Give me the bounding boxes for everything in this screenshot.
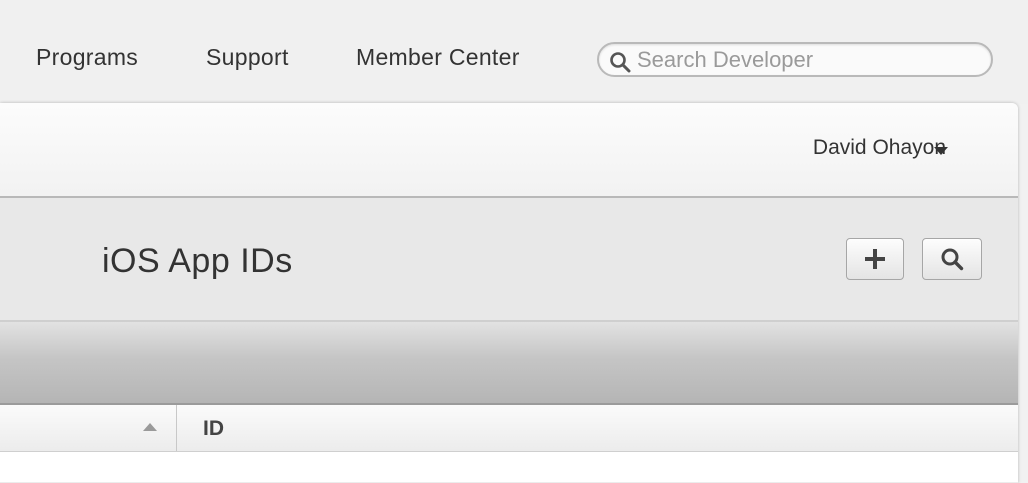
user-menu[interactable]: David Ohayon [813, 136, 946, 160]
search-icon [941, 248, 964, 271]
table-header: ID [0, 405, 1018, 452]
search-developer-field[interactable] [597, 42, 993, 77]
plus-icon [865, 249, 885, 269]
nav-link-support[interactable]: Support [206, 44, 289, 71]
add-app-id-button[interactable] [846, 238, 904, 280]
column-header-id[interactable]: ID [203, 417, 224, 441]
nav-link-programs[interactable]: Programs [36, 44, 138, 71]
caret-down-icon[interactable] [934, 147, 948, 155]
search-app-ids-button[interactable] [922, 238, 982, 280]
table-body [0, 452, 1018, 482]
toolbar-band [0, 322, 1018, 405]
nav-link-member-center[interactable]: Member Center [356, 44, 520, 71]
main-panel: David Ohayon iOS App IDs ID [0, 103, 1018, 483]
search-icon [610, 52, 631, 73]
column-header-sort[interactable] [0, 405, 177, 451]
top-navigation: Programs Support Member Center [0, 0, 1028, 104]
sort-ascending-icon [143, 423, 157, 431]
page-title: iOS App IDs [102, 242, 293, 280]
page-header: iOS App IDs [0, 198, 1018, 322]
user-bar: David Ohayon [0, 103, 1018, 198]
search-input[interactable] [637, 47, 977, 73]
